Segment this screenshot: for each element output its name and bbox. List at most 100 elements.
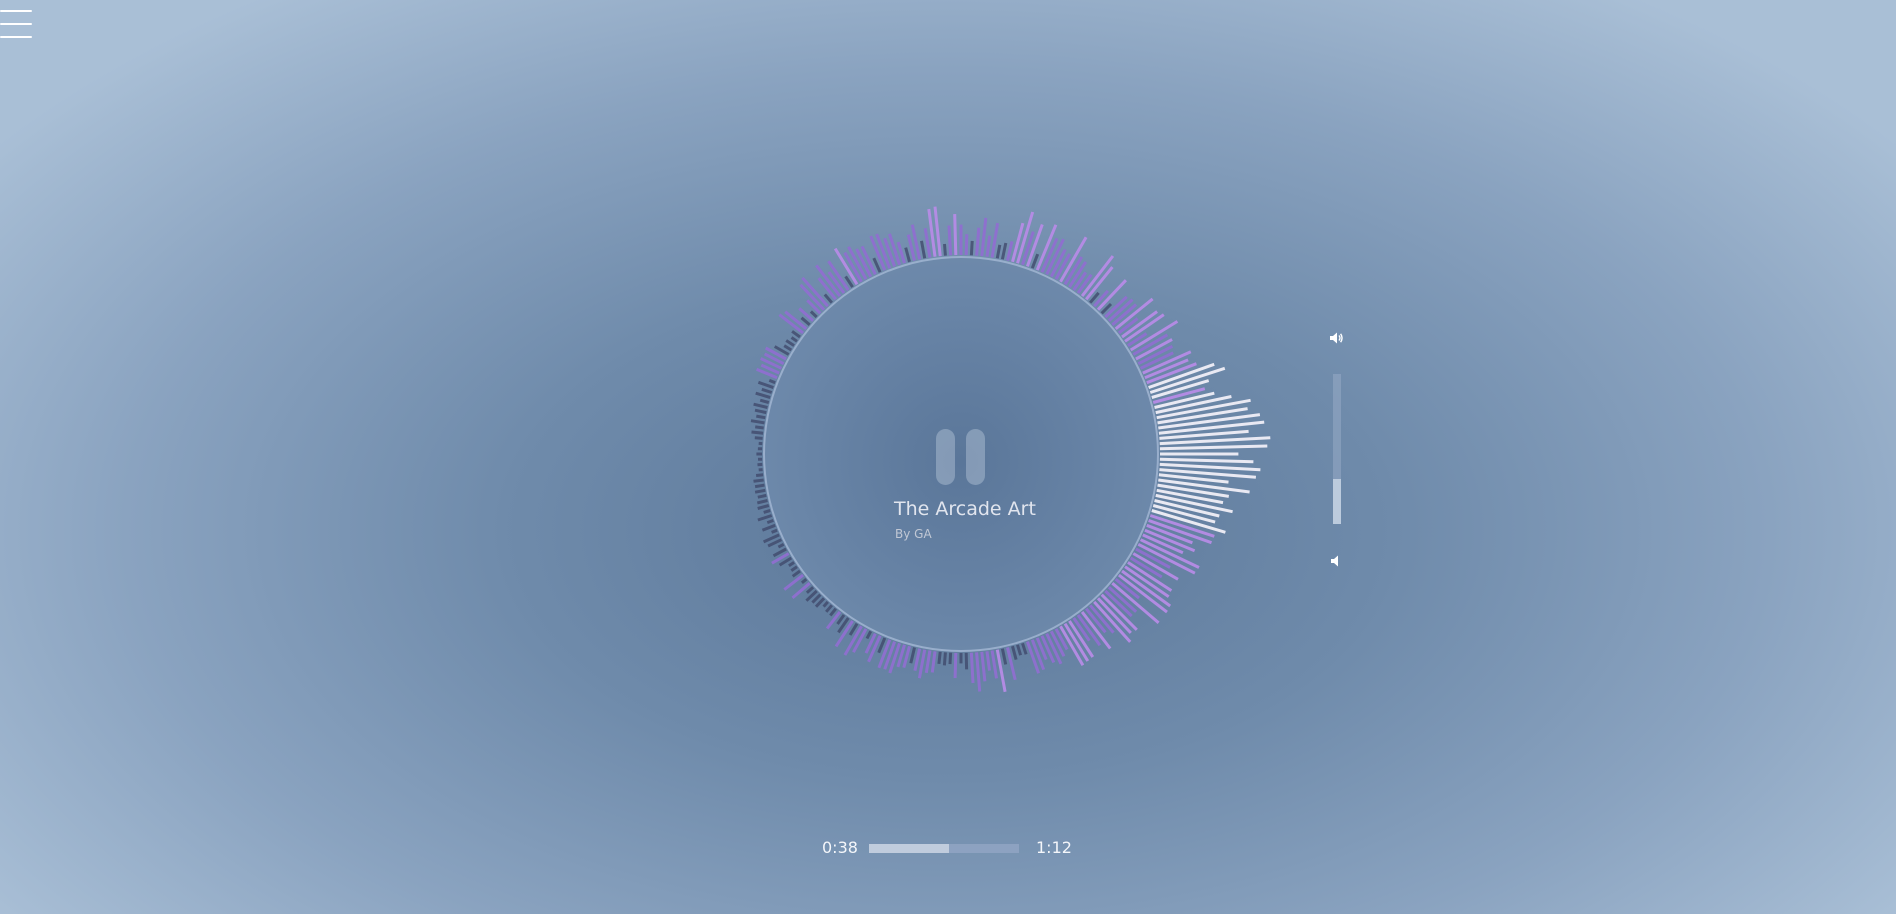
- volume-down-button[interactable]: [1330, 553, 1342, 567]
- spectrum-bar: [913, 648, 922, 672]
- spectrum-bar: [947, 225, 953, 256]
- spectrum-bar: [924, 650, 932, 674]
- pause-icon-bar-right: [966, 429, 985, 485]
- spectrum-bar: [755, 473, 764, 477]
- spectrum-bar: [777, 542, 785, 549]
- spectrum-bar: [825, 610, 842, 630]
- spectrum-bar: [788, 561, 795, 568]
- spectrum-bar: [920, 240, 927, 259]
- current-time: 0:38: [822, 838, 858, 857]
- spectrum-bar: [904, 247, 911, 263]
- volume-level-fill: [1333, 479, 1341, 524]
- spectrum-bar: [1011, 222, 1025, 263]
- spectrum-bar: [771, 528, 778, 534]
- spectrum-bar: [800, 578, 808, 584]
- volume-up-button[interactable]: [1328, 330, 1344, 346]
- progress-bar[interactable]: [869, 844, 1019, 853]
- spectrum-bar: [790, 336, 798, 343]
- speaker-low-icon: [1331, 555, 1338, 567]
- track-artist: By GA: [895, 527, 932, 541]
- spectrum-bar: [756, 414, 766, 420]
- spectrum-bar: [909, 647, 916, 664]
- spectrum-bar: [985, 651, 991, 671]
- spectrum-bar: [1159, 436, 1271, 446]
- spectrum-bar: [930, 651, 937, 673]
- spectrum-bar: [1000, 648, 1008, 665]
- spectrum-bar: [937, 651, 942, 665]
- spectrum-bar: [1080, 610, 1112, 650]
- spectrum-bar: [822, 600, 829, 608]
- spectrum-bar: [753, 402, 768, 409]
- spectrum-bar: [761, 387, 773, 394]
- spectrum-bar: [917, 649, 927, 679]
- spectrum-bar: [867, 635, 882, 663]
- track-title: The Arcade Art: [894, 498, 1036, 520]
- spectrum-bar: [756, 499, 768, 505]
- spectrum-bar: [750, 419, 765, 425]
- spectrum-bar: [990, 650, 998, 679]
- spectrum-bar: [805, 586, 815, 594]
- spectrum-bar: [1011, 645, 1018, 660]
- spectrum-bar: [766, 518, 774, 525]
- spectrum-bar: [753, 478, 764, 483]
- spectrum-bar: [975, 227, 981, 256]
- spectrum-bar: [836, 614, 846, 625]
- spectrum-bar: [969, 240, 974, 256]
- spectrum-bar: [980, 217, 988, 257]
- spectrum-bar: [969, 652, 975, 684]
- spectrum-bar: [823, 293, 833, 304]
- speaker-high-icon: [1330, 332, 1343, 344]
- spectrum-bar: [948, 652, 953, 665]
- spectrum-bar: [754, 408, 767, 415]
- spectrum-bar: [785, 339, 795, 347]
- spectrum-bar: [791, 569, 801, 578]
- spectrum-bar: [791, 330, 801, 339]
- spectrum-bar: [800, 316, 811, 326]
- spectrum-bar: [933, 206, 942, 257]
- progress-fill: [869, 844, 949, 853]
- spectrum-bar: [953, 652, 958, 679]
- spectrum-bar: [751, 430, 764, 435]
- spectrum-bar: [1159, 444, 1268, 451]
- spectrum-bar: [964, 234, 969, 256]
- spectrum-bar: [790, 565, 798, 572]
- spectrum-bar: [763, 509, 771, 514]
- spectrum-bar: [757, 514, 773, 522]
- pause-button[interactable]: [934, 429, 986, 487]
- spectrum-bar: [761, 523, 776, 532]
- spectrum-bar: [825, 604, 833, 613]
- spectrum-bar: [1096, 279, 1127, 311]
- spectrum-bar: [923, 227, 932, 258]
- spectrum-bar: [1159, 462, 1261, 472]
- spectrum-bar: [990, 222, 1000, 258]
- spectrum-bar: [975, 652, 982, 692]
- spectrum-bar: [755, 425, 764, 430]
- spectrum-bar: [1159, 457, 1254, 464]
- spectrum-bar: [1030, 253, 1040, 269]
- spectrum-bar: [754, 436, 763, 440]
- spectrum-bar: [943, 243, 947, 256]
- spectrum-bar: [1030, 639, 1046, 671]
- spectrum-bar: [980, 651, 987, 682]
- spectrum-bar: [757, 504, 770, 510]
- spectrum-bar: [757, 493, 767, 499]
- spectrum-bar: [1093, 289, 1110, 308]
- spectrum-bar: [829, 607, 837, 617]
- spectrum-bar: [759, 398, 770, 404]
- spectrum-bar: [1124, 313, 1165, 343]
- spectrum-bar: [953, 214, 958, 256]
- spectrum-bar: [1021, 642, 1028, 655]
- spectrum-bar: [768, 379, 776, 385]
- spectrum-bar: [1006, 241, 1014, 261]
- spectrum-bar: [754, 488, 766, 494]
- spectrum-bar: [755, 391, 771, 399]
- spectrum-bar: [754, 483, 765, 489]
- spectrum-bar: [1016, 644, 1023, 656]
- spectrum-bar: [1080, 255, 1115, 298]
- spectrum-bar: [985, 235, 992, 257]
- spectrum-bar: [995, 244, 1002, 259]
- pause-icon-bar-left: [936, 429, 955, 485]
- spectrum-bar: [1000, 242, 1008, 260]
- volume-slider[interactable]: [1333, 374, 1341, 524]
- spectrum-bar: [757, 380, 774, 390]
